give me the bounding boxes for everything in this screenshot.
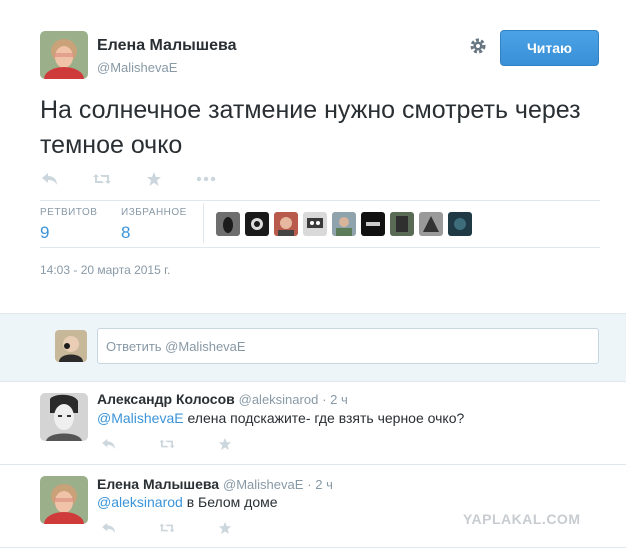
reply-actions — [100, 437, 274, 451]
favoriter-avatars — [216, 212, 477, 236]
reply-author-handle[interactable]: @MalishevaE — [223, 477, 303, 492]
tweet-timestamp[interactable]: 14:03 - 20 марта 2015 г. — [40, 263, 170, 277]
user-avatar[interactable] — [332, 212, 356, 236]
reply-tweet: Александр Колосов @aleksinarod · 2 ч @Ma… — [0, 380, 626, 465]
user-avatar[interactable] — [390, 212, 414, 236]
reply-icon[interactable] — [100, 521, 118, 535]
reply-actions — [100, 521, 274, 535]
tweet-actions — [40, 171, 248, 187]
mention-link[interactable]: @MalishevaE — [97, 410, 184, 426]
reply-author-handle[interactable]: @aleksinarod — [239, 392, 319, 407]
reply-author[interactable]: Александр Колосов @aleksinarod · 2 ч — [97, 391, 348, 407]
author-handle[interactable]: @MalishevaE — [97, 60, 177, 75]
author-avatar[interactable] — [40, 31, 88, 79]
favorite-stat[interactable]: ИЗБРАННОЕ 8 — [121, 207, 187, 243]
stats-divider-bottom — [40, 247, 600, 248]
reply-time[interactable]: · 2 ч — [307, 477, 333, 492]
reply-icon[interactable] — [100, 437, 118, 451]
mention-link[interactable]: @aleksinarod — [97, 494, 183, 510]
retweets-label: РЕТВИТОВ — [40, 207, 98, 218]
following-button[interactable]: Читаю — [500, 30, 599, 66]
retweet-stat[interactable]: РЕТВИТОВ 9 — [40, 207, 97, 243]
reply-author-name[interactable]: Елена Малышева — [97, 476, 219, 492]
stats-divider-top — [40, 200, 600, 201]
favorite-icon[interactable] — [216, 437, 234, 451]
user-avatar[interactable] — [274, 212, 298, 236]
user-avatar[interactable] — [361, 212, 385, 236]
reply-text: @aleksinarod в Белом доме — [97, 494, 278, 510]
reply-text: @MalishevaE елена подскажите- где взять … — [97, 410, 464, 426]
user-avatar[interactable] — [448, 212, 472, 236]
gear-icon[interactable] — [468, 36, 488, 56]
current-user-avatar — [55, 330, 87, 362]
reply-author-avatar[interactable] — [40, 393, 88, 441]
reply-time[interactable]: · 2 ч — [322, 392, 348, 407]
reply-author[interactable]: Елена Малышева @MalishevaE · 2 ч — [97, 476, 333, 492]
user-avatar[interactable] — [419, 212, 443, 236]
retweet-icon[interactable] — [158, 437, 176, 451]
reply-body: елена подскажите- где взять черное очко? — [183, 410, 465, 426]
author-name[interactable]: Елена Малышева — [97, 37, 237, 55]
user-avatar[interactable] — [216, 212, 240, 236]
reply-icon[interactable] — [40, 171, 60, 187]
favorites-label: ИЗБРАННОЕ — [121, 207, 187, 218]
favorites-count: 8 — [121, 223, 131, 242]
favorite-icon[interactable] — [144, 171, 164, 187]
reply-author-avatar[interactable] — [40, 476, 88, 524]
stats-separator — [203, 203, 204, 243]
retweet-icon[interactable] — [92, 171, 112, 187]
reply-tweet: Елена Малышева @MalishevaE · 2 ч @aleksi… — [0, 465, 626, 548]
favorite-icon[interactable] — [216, 521, 234, 535]
reply-author-name[interactable]: Александр Колосов — [97, 391, 235, 407]
tweet-text: На солнечное затмение нужно смотреть чер… — [40, 96, 581, 159]
retweet-icon[interactable] — [158, 521, 176, 535]
watermark: YAPLAKAL.COM — [463, 511, 581, 527]
more-icon[interactable] — [196, 171, 216, 187]
user-avatar[interactable] — [245, 212, 269, 236]
reply-input[interactable] — [97, 328, 599, 364]
user-avatar[interactable] — [303, 212, 327, 236]
retweets-count: 9 — [40, 223, 50, 242]
reply-body: в Белом доме — [182, 494, 278, 510]
